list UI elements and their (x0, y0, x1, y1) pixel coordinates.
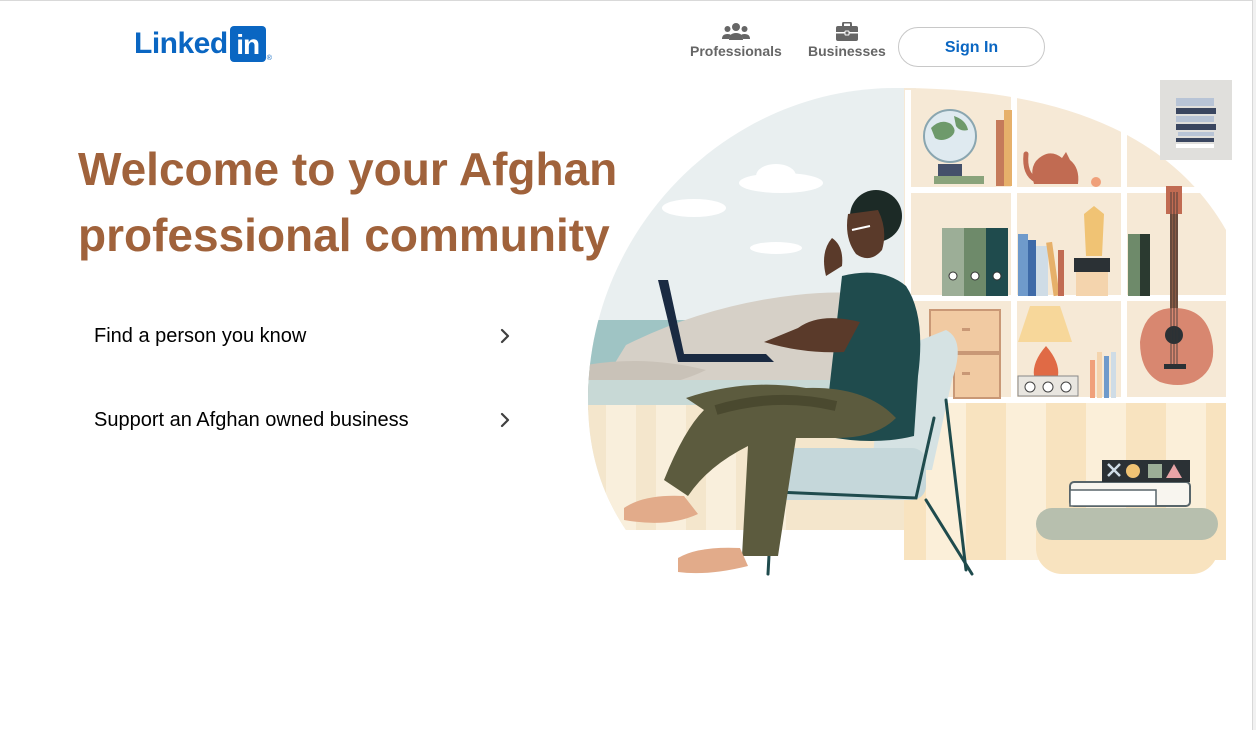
nav-businesses[interactable]: Businesses (808, 22, 886, 59)
support-business-label: Support an Afghan owned business (94, 408, 409, 431)
logo-in-box: in (229, 26, 266, 62)
briefcase-icon (835, 22, 858, 41)
people-icon (721, 23, 750, 40)
linkedin-logo[interactable]: Linked in ® (134, 26, 272, 62)
window-scroll-edge (1252, 0, 1256, 730)
hero-title: Welcome to your Afghan professional comm… (78, 143, 618, 261)
sign-in-button[interactable]: Sign In (898, 27, 1045, 67)
hero-illustration (588, 80, 1232, 576)
find-person-label: Find a person you know (94, 324, 307, 347)
logo-registered-mark: ® (266, 55, 272, 62)
nav-professionals-label: Professionals (690, 43, 782, 59)
find-person-link[interactable]: Find a person you know (94, 316, 514, 356)
chevron-right-icon (500, 412, 510, 428)
nav-professionals[interactable]: Professionals (690, 22, 782, 59)
chevron-right-icon (500, 328, 510, 344)
nav-businesses-label: Businesses (808, 43, 886, 59)
logo-wordmark: Linked (134, 27, 228, 60)
support-business-link[interactable]: Support an Afghan owned business (94, 400, 514, 440)
